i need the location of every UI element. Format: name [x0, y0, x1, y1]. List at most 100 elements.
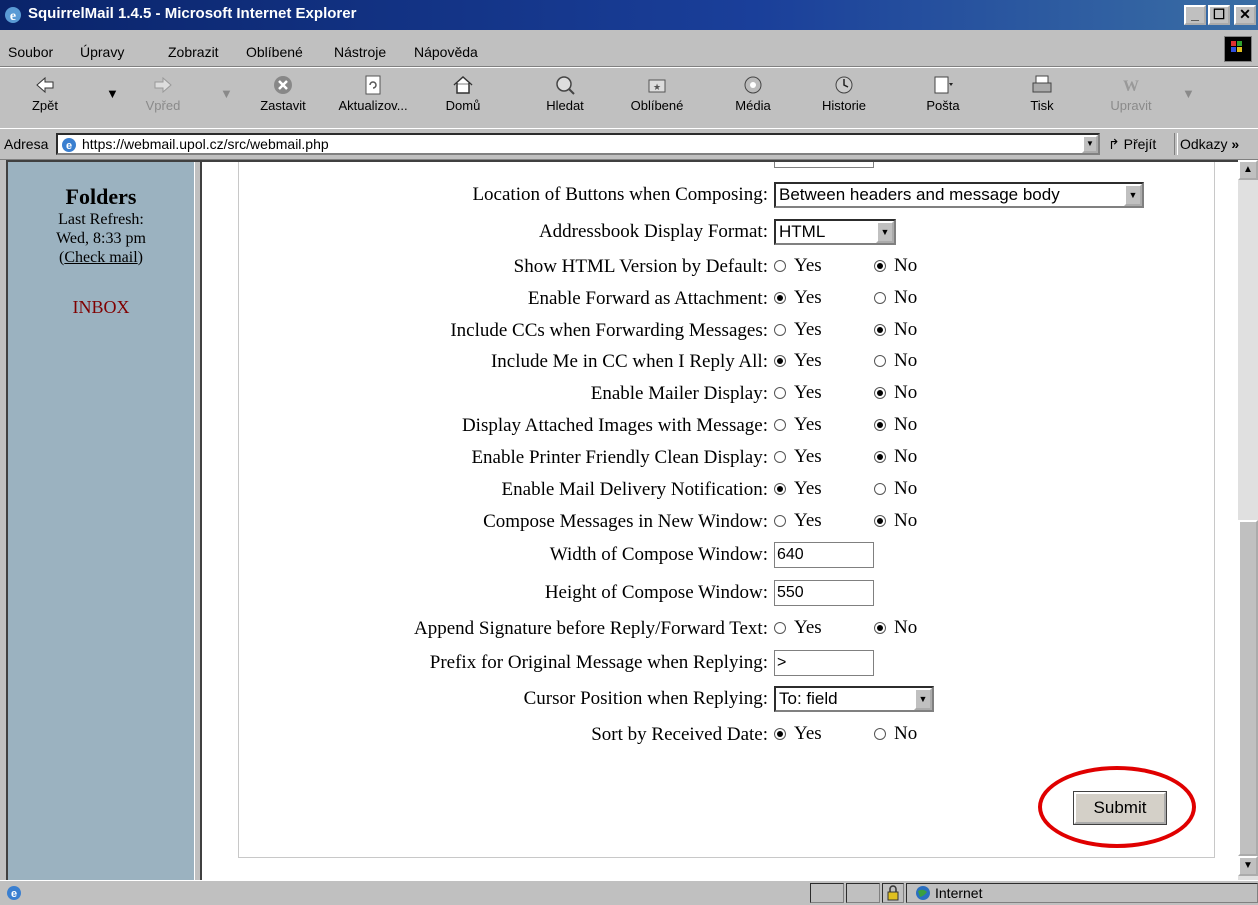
scroll-up-button[interactable]: ▲ [1238, 160, 1258, 180]
radio-yes-label: Yes [794, 509, 822, 531]
radio-button[interactable] [874, 482, 886, 495]
radio-button[interactable] [874, 291, 886, 304]
compose-height-input[interactable]: 550 [774, 580, 874, 606]
radio-yes[interactable]: Yes [774, 254, 874, 277]
radio-yes-label: Yes [794, 477, 822, 499]
radio-group: Yes No [774, 318, 917, 341]
favorites-button[interactable]: ★ Oblíbené [622, 72, 692, 124]
minimize-button[interactable]: _ [1184, 5, 1206, 25]
radio-no[interactable]: No [874, 381, 917, 403]
radio-button[interactable] [774, 727, 786, 740]
menu-favorites[interactable]: Oblíbené [246, 44, 303, 60]
edit-button[interactable]: W Upravit [1104, 72, 1158, 124]
refresh-button[interactable]: Aktualizov... [330, 72, 416, 124]
go-button[interactable]: ↱ Přejít [1108, 136, 1156, 153]
radio-no[interactable]: No [874, 616, 917, 638]
scroll-down-button[interactable]: ▼ [1238, 856, 1258, 876]
radio-button[interactable] [774, 450, 786, 463]
radio-button[interactable] [874, 354, 886, 367]
radio-no[interactable]: No [874, 477, 917, 499]
vertical-scrollbar[interactable]: ▲ ▼ [1238, 160, 1258, 880]
menu-tools[interactable]: Nástroje [334, 44, 386, 60]
frame-separator[interactable] [194, 162, 202, 880]
option-label: Append Signature before Reply/Forward Te… [414, 618, 768, 639]
back-button[interactable]: Zpět [20, 72, 70, 124]
radio-no[interactable]: No [874, 722, 917, 744]
radio-no[interactable]: No [874, 349, 917, 371]
radio-button[interactable] [874, 386, 886, 399]
radio-button[interactable] [774, 514, 786, 527]
maximize-button[interactable]: ☐ [1208, 5, 1230, 25]
radio-button[interactable] [774, 386, 786, 399]
radio-button[interactable] [774, 291, 786, 304]
history-button[interactable]: Historie [814, 72, 874, 124]
radio-button[interactable] [774, 259, 786, 272]
forward-button[interactable]: Vpřed [138, 72, 188, 124]
radio-button[interactable] [774, 621, 786, 634]
radio-button[interactable] [874, 259, 886, 272]
search-button[interactable]: Hledat [538, 72, 592, 124]
radio-yes[interactable]: Yes [774, 722, 874, 745]
addressbook-format-select[interactable]: HTML ▼ [774, 219, 896, 245]
prefix-original-input[interactable]: > [774, 650, 874, 676]
inbox-link[interactable]: INBOX [8, 297, 194, 318]
address-dropdown-button[interactable]: ▼ [1082, 135, 1098, 153]
location-buttons-select[interactable]: Between headers and message body ▼ [774, 182, 1144, 208]
radio-no-label: No [894, 318, 918, 340]
option-compose-width: Width of Compose Window: 640 [202, 540, 1240, 570]
print-button[interactable]: Tisk [1020, 72, 1064, 124]
option-mailer-display: Enable Mailer Display: Yes No [202, 379, 1240, 409]
radio-yes[interactable]: Yes [774, 616, 874, 639]
partial-input[interactable] [774, 162, 874, 168]
radio-yes[interactable]: Yes [774, 445, 874, 468]
submit-button[interactable]: Submit [1073, 791, 1167, 825]
radio-no[interactable]: No [874, 445, 917, 467]
radio-button[interactable] [874, 418, 886, 431]
go-label: Přejít [1123, 136, 1157, 152]
radio-button[interactable] [874, 621, 886, 634]
compose-width-input[interactable]: 640 [774, 542, 874, 568]
radio-yes[interactable]: Yes [774, 286, 874, 309]
radio-button[interactable] [774, 323, 786, 336]
check-mail-link[interactable]: Check mail [64, 249, 137, 266]
last-refresh-label: Last Refresh: [58, 211, 144, 228]
radio-button[interactable] [874, 727, 886, 740]
radio-yes[interactable]: Yes [774, 413, 874, 436]
radio-button[interactable] [874, 514, 886, 527]
links-button[interactable]: Odkazy » [1180, 136, 1239, 152]
cursor-position-select[interactable]: To: field ▼ [774, 686, 934, 712]
menu-edit[interactable]: Úpravy [80, 44, 124, 60]
radio-no[interactable]: No [874, 254, 917, 276]
radio-button[interactable] [874, 323, 886, 336]
menu-help[interactable]: Nápověda [414, 44, 478, 60]
radio-yes[interactable]: Yes [774, 349, 874, 372]
option-label: Prefix for Original Message when Replyin… [429, 652, 768, 673]
home-button[interactable]: Domů [438, 72, 488, 124]
stop-button[interactable]: Zastavit [250, 72, 316, 124]
mail-button[interactable]: Pošta [916, 72, 970, 124]
menu-file[interactable]: Soubor [8, 44, 53, 60]
address-input[interactable]: e https://webmail.upol.cz/src/webmail.ph… [56, 133, 1100, 155]
radio-yes[interactable]: Yes [774, 318, 874, 341]
radio-yes[interactable]: Yes [774, 477, 874, 500]
links-label: Odkazy [1180, 136, 1228, 152]
radio-yes[interactable]: Yes [774, 381, 874, 404]
radio-button[interactable] [874, 450, 886, 463]
radio-button[interactable] [774, 418, 786, 431]
radio-yes[interactable]: Yes [774, 509, 874, 532]
radio-button[interactable] [774, 482, 786, 495]
option-label: Width of Compose Window: [549, 544, 768, 565]
dropdown-arrow-icon: ▼ [1086, 139, 1094, 148]
radio-group: Yes No [774, 477, 917, 500]
close-button[interactable]: ✕ [1234, 5, 1256, 25]
radio-no[interactable]: No [874, 318, 918, 340]
search-icon [556, 76, 575, 95]
media-button[interactable]: Média [728, 72, 778, 124]
radio-no[interactable]: No [874, 286, 917, 308]
menu-view[interactable]: Zobrazit [168, 44, 219, 60]
radio-button[interactable] [774, 354, 786, 367]
radio-no[interactable]: No [874, 509, 917, 531]
radio-no[interactable]: No [874, 413, 917, 435]
scroll-thumb[interactable] [1238, 520, 1258, 856]
radio-group: Yes No [774, 445, 917, 468]
